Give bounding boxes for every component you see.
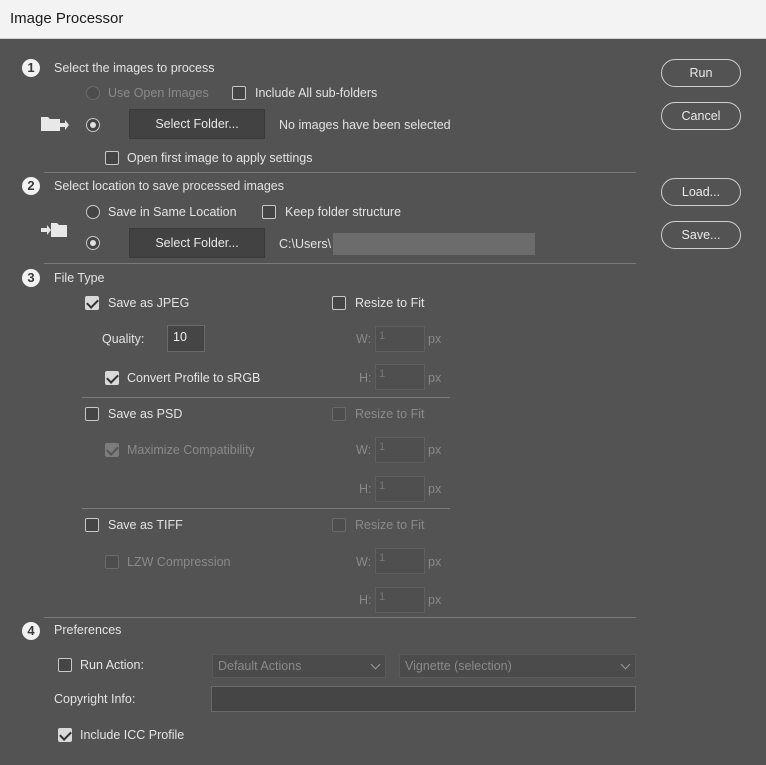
open-first-image-label: Open first image to apply settings [127, 151, 313, 165]
run-button[interactable]: Run [661, 59, 741, 87]
redacted-path [333, 233, 535, 255]
save-as-psd-checkbox[interactable] [85, 407, 99, 421]
use-open-images-radio[interactable] [86, 86, 100, 100]
maximize-compatibility-label: Maximize Compatibility [127, 443, 255, 457]
jpeg-width-input[interactable]: 1 [375, 326, 425, 352]
title-bar: Image Processor [0, 0, 766, 39]
source-status-text: No images have been selected [279, 118, 451, 132]
save-button[interactable]: Save... [661, 221, 741, 249]
step-1-badge: 1 [22, 59, 40, 77]
divider [82, 508, 450, 509]
lzw-compression-checkbox[interactable] [105, 555, 119, 569]
psd-height-unit: px [428, 482, 442, 496]
lzw-compression-label: LZW Compression [127, 555, 231, 569]
select-source-folder-button[interactable]: Select Folder... [129, 109, 265, 139]
select-destination-folder-button[interactable]: Select Folder... [129, 228, 265, 258]
save-same-location-radio[interactable] [86, 205, 100, 219]
tiff-width-label: W: [356, 555, 372, 569]
save-as-tiff-label: Save as TIFF [108, 518, 183, 532]
copyright-label: Copyright Info: [54, 692, 136, 706]
folder-save-icon [40, 221, 68, 239]
tiff-resize-label: Resize to Fit [355, 518, 425, 532]
image-processor-dialog: Image Processor 1 Select the images to p… [0, 0, 766, 765]
cancel-button[interactable]: Cancel [661, 102, 741, 130]
divider [44, 617, 636, 618]
keep-folder-structure-label: Keep folder structure [285, 205, 402, 219]
include-icc-label: Include ICC Profile [80, 728, 185, 742]
action-select[interactable]: Vignette (selection) [399, 654, 636, 678]
use-open-images-label: Use Open Images [108, 86, 209, 100]
jpeg-height-label: H: [359, 371, 372, 385]
destination-path-text: C:\Users\ [279, 237, 332, 251]
open-first-image-checkbox[interactable] [105, 151, 119, 165]
folder-open-icon [40, 115, 70, 133]
jpeg-resize-checkbox[interactable] [332, 296, 346, 310]
section3-title: File Type [54, 271, 105, 285]
tiff-width-input[interactable]: 1 [375, 548, 425, 574]
step-2-badge: 2 [22, 177, 40, 195]
tiff-height-input[interactable]: 1 [375, 587, 425, 613]
save-as-tiff-checkbox[interactable] [85, 518, 99, 532]
psd-resize-label: Resize to Fit [355, 407, 425, 421]
jpeg-height-unit: px [428, 371, 442, 385]
step-3-badge: 3 [22, 269, 40, 287]
include-icc-checkbox[interactable] [58, 728, 72, 742]
select-folder-radio[interactable] [86, 118, 100, 132]
select-destination-radio[interactable] [86, 236, 100, 250]
tiff-width-unit: px [428, 555, 442, 569]
action-set-value: Default Actions [218, 659, 302, 673]
save-as-psd-label: Save as PSD [108, 407, 183, 421]
psd-width-input[interactable]: 1 [375, 437, 425, 463]
convert-srgb-label: Convert Profile to sRGB [127, 371, 261, 385]
save-as-jpeg-label: Save as JPEG [108, 296, 190, 310]
run-action-checkbox[interactable] [58, 658, 72, 672]
include-subfolders-checkbox[interactable] [232, 86, 246, 100]
jpeg-width-label: W: [356, 332, 372, 346]
psd-width-label: W: [356, 443, 372, 457]
psd-height-input[interactable]: 1 [375, 476, 425, 502]
save-as-jpeg-checkbox[interactable] [85, 296, 99, 310]
keep-folder-structure-checkbox[interactable] [262, 205, 276, 219]
jpeg-resize-label: Resize to Fit [355, 296, 425, 310]
section1-title: Select the images to process [54, 61, 215, 75]
psd-height-label: H: [359, 482, 372, 496]
quality-label: Quality: [102, 332, 145, 346]
convert-srgb-checkbox[interactable] [105, 371, 119, 385]
divider [44, 172, 636, 173]
load-button[interactable]: Load... [661, 178, 741, 206]
include-subfolders-label: Include All sub-folders [255, 86, 378, 100]
divider [44, 263, 636, 264]
save-same-location-label: Save in Same Location [108, 205, 237, 219]
tiff-height-label: H: [359, 593, 372, 607]
chevron-down-icon [370, 659, 381, 670]
action-set-select[interactable]: Default Actions [212, 654, 386, 678]
tiff-height-unit: px [428, 593, 442, 607]
section2-title: Select location to save processed images [54, 179, 284, 193]
section4-title: Preferences [54, 623, 122, 637]
divider [82, 397, 450, 398]
jpeg-width-unit: px [428, 332, 442, 346]
maximize-compatibility-checkbox[interactable] [105, 443, 119, 457]
action-value: Vignette (selection) [405, 659, 512, 673]
copyright-input[interactable] [211, 686, 636, 712]
jpeg-height-input[interactable]: 1 [375, 364, 425, 390]
step-4-badge: 4 [22, 622, 40, 640]
quality-input[interactable]: 10 [167, 325, 205, 352]
psd-width-unit: px [428, 443, 442, 457]
window-title: Image Processor [10, 10, 124, 27]
psd-resize-checkbox[interactable] [332, 407, 346, 421]
tiff-resize-checkbox[interactable] [332, 518, 346, 532]
chevron-down-icon [620, 659, 631, 670]
run-action-label: Run Action: [80, 658, 144, 672]
